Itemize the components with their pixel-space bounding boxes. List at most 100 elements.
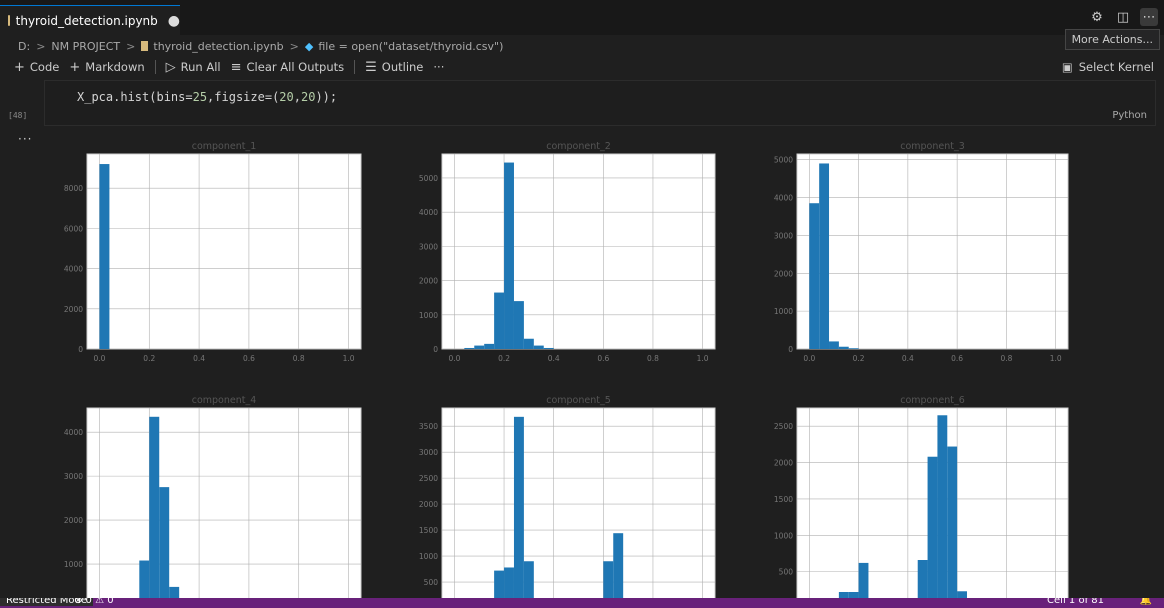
x-tick-label: 0.8: [647, 354, 659, 363]
plot-area: [86, 407, 362, 598]
histogram-bar: [927, 456, 938, 598]
y-tick-label: 4000: [419, 208, 438, 217]
code-token: ));: [315, 90, 338, 104]
y-tick-label: 1000: [774, 307, 793, 316]
tab-filename: thyroid_detection.ipynb: [15, 13, 158, 28]
histogram-bar: [99, 164, 110, 349]
code-token: 20: [300, 90, 316, 104]
breadcrumb-file[interactable]: thyroid_detection.ipynb: [153, 40, 283, 53]
histogram-bar: [809, 203, 820, 349]
kernel-icon: ▣: [1061, 60, 1073, 74]
add-markdown-button[interactable]: + Markdown: [69, 60, 144, 75]
run-all-button[interactable]: ▷ Run All: [166, 60, 221, 75]
histogram-bar: [523, 561, 534, 598]
x-tick-label: 0.6: [243, 354, 255, 363]
cell-position[interactable]: Cell 1 of 81: [1047, 598, 1104, 606]
x-tick-label: 1.0: [1050, 354, 1062, 363]
add-code-button[interactable]: + Code: [14, 60, 59, 75]
toolbar-divider: [354, 60, 356, 74]
y-tick-label: 0: [788, 345, 793, 354]
subplot-title: component_2: [546, 141, 611, 152]
clear-all-outputs-label: Clear All Outputs: [246, 60, 345, 74]
breadcrumb-drive[interactable]: D:: [18, 40, 30, 53]
y-tick-label: 1000: [774, 531, 793, 540]
y-tick-label: 3000: [419, 448, 438, 457]
y-tick-label: 3000: [774, 231, 793, 240]
chevron-right-icon: >: [36, 39, 46, 53]
split-editor-icon[interactable]: ◫: [1114, 8, 1132, 26]
select-kernel-button[interactable]: ▣ Select Kernel: [1062, 57, 1154, 77]
y-tick-label: 0: [433, 345, 438, 354]
editor-tab-bar: thyroid_detection.ipynb ● ⚙ ◫ ⋯: [0, 0, 1164, 35]
cell-language-label[interactable]: Python: [1112, 110, 1147, 121]
histogram-bar: [523, 338, 534, 349]
tab-thyroid-notebook[interactable]: thyroid_detection.ipynb ●: [0, 5, 180, 35]
x-tick-label: 0.8: [293, 354, 305, 363]
y-tick-label: 4000: [64, 428, 83, 437]
add-code-label: Code: [29, 60, 60, 74]
x-tick-label: 0.4: [548, 354, 560, 363]
histogram-bar: [917, 560, 928, 598]
outline-icon: ☰: [365, 59, 377, 75]
plot-area: [441, 153, 716, 350]
settings-icon[interactable]: ⚙: [1088, 8, 1106, 26]
histogram-bar: [819, 163, 830, 349]
y-tick-label: 500: [424, 578, 439, 587]
x-tick-label: 1.0: [697, 354, 709, 363]
x-tick-label: 0.2: [498, 354, 510, 363]
histogram-bar: [543, 347, 554, 349]
y-tick-label: 4000: [64, 265, 83, 274]
subplot-title: component_5: [546, 395, 611, 406]
y-tick-label: 2000: [419, 277, 438, 286]
y-tick-label: 5000: [774, 156, 793, 165]
code-cell[interactable]: X_pca.hist(bins=25,figsize=(20,20)); Pyt…: [44, 80, 1156, 126]
y-tick-label: 2000: [64, 305, 83, 314]
x-tick-label: 0.4: [902, 354, 914, 363]
breadcrumb-symbol[interactable]: file = open("dataset/thyroid.csv"): [318, 40, 503, 53]
x-tick-label: 1.0: [343, 354, 355, 363]
histogram-bar: [838, 346, 849, 349]
y-tick-label: 4000: [774, 194, 793, 203]
y-tick-label: 1000: [419, 311, 438, 320]
subplot-title: component_3: [900, 141, 965, 152]
x-tick-label: 0.0: [803, 354, 815, 363]
x-tick-label: 0.0: [448, 354, 460, 363]
toolbar-divider: [154, 60, 156, 74]
variable-icon: ◆: [304, 39, 314, 53]
plus-icon: +: [69, 59, 81, 75]
code-token: ,figsize=(: [207, 90, 280, 104]
more-actions-tooltip: More Actions...: [1064, 29, 1160, 50]
y-tick-label: 2000: [774, 269, 793, 278]
y-tick-label: 2500: [774, 422, 793, 431]
run-all-label: Run All: [180, 60, 221, 74]
breadcrumb-folder[interactable]: NM PROJECT: [51, 40, 120, 53]
histogram-bar: [464, 347, 475, 349]
y-tick-label: 2000: [64, 516, 83, 525]
bell-icon[interactable]: 🔔: [1140, 598, 1152, 606]
outline-button[interactable]: ☰ Outline: [365, 60, 423, 75]
unsaved-dot-icon[interactable]: ●: [168, 13, 180, 29]
y-tick-label: 8000: [64, 184, 83, 193]
histogram-bar: [149, 416, 160, 598]
y-tick-label: 3000: [64, 472, 83, 481]
histogram-bar: [829, 341, 839, 349]
run-all-icon: ▷: [165, 59, 176, 75]
x-tick-label: 0.8: [1000, 354, 1012, 363]
y-tick-label: 6000: [64, 224, 83, 233]
output-actions-icon[interactable]: ···: [18, 132, 32, 146]
code-line[interactable]: X_pca.hist(bins=25,figsize=(20,20));: [77, 90, 337, 104]
clear-all-outputs-button[interactable]: ≡ Clear All Outputs: [231, 60, 345, 75]
problems-indicator[interactable]: ⊗ 0 ⚠ 0: [74, 598, 114, 606]
y-tick-label: 1000: [419, 552, 438, 561]
histogram-bar: [957, 591, 967, 598]
y-tick-label: 3500: [419, 422, 438, 431]
toolbar-more-button[interactable]: ···: [433, 60, 444, 74]
x-tick-label: 0.4: [193, 354, 205, 363]
plot-area: [441, 407, 716, 598]
subplot-title: component_6: [900, 395, 965, 406]
more-actions-icon[interactable]: ⋯: [1140, 8, 1158, 26]
histogram-bar: [613, 533, 624, 598]
editor-actions: ⚙ ◫ ⋯: [1088, 8, 1158, 26]
breadcrumb: D: > NM PROJECT > thyroid_detection.ipyn…: [0, 35, 1164, 57]
histogram-bar: [513, 416, 524, 598]
